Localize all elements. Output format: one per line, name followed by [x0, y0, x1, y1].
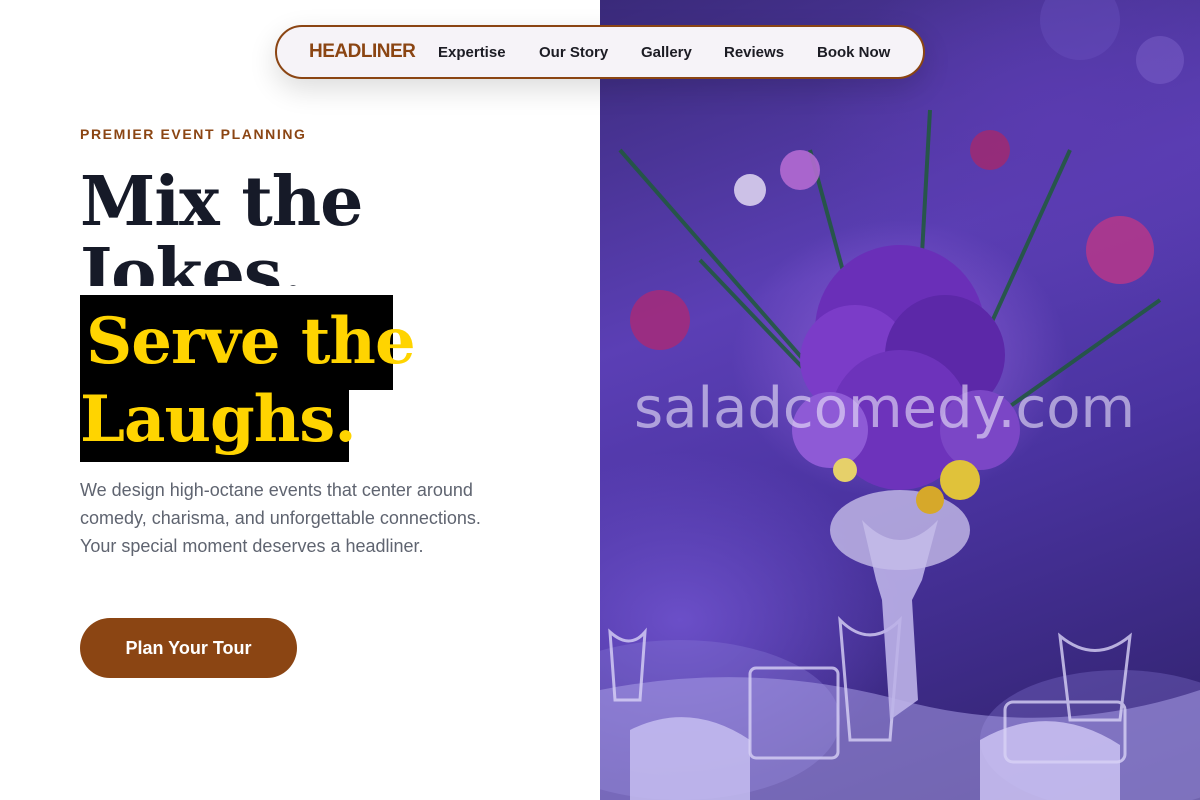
- nav-link-book-now[interactable]: Book Now: [817, 44, 890, 61]
- nav-link-expertise[interactable]: Expertise: [438, 44, 506, 61]
- highlight-line-2: Laughs.: [80, 382, 357, 457]
- hero-eyebrow: PREMIER EVENT PLANNING: [80, 126, 307, 142]
- hero-headline: Mix the Jokes.: [80, 166, 560, 286]
- brand-logo[interactable]: HEADLINER: [309, 41, 416, 63]
- headline-line-2: Jokes.: [80, 238, 305, 286]
- landing-page: saladcomedy.com HEADLINER Expertise Our …: [0, 0, 1200, 800]
- nav-link-reviews[interactable]: Reviews: [724, 44, 784, 61]
- top-navigation: HEADLINER Expertise Our Story Gallery Re…: [275, 25, 925, 79]
- plan-your-tour-button[interactable]: Plan Your Tour: [80, 618, 297, 678]
- nav-link-our-story[interactable]: Our Story: [539, 44, 608, 61]
- hero-description: We design high-octane events that center…: [80, 480, 481, 556]
- nav-link-gallery[interactable]: Gallery: [641, 44, 692, 61]
- hero-photo: saladcomedy.com: [600, 0, 1200, 800]
- headline-line-1: Mix the: [80, 162, 363, 242]
- highlight-line-1: Serve the: [86, 304, 416, 379]
- watermark-text: saladcomedy.com: [634, 376, 1136, 441]
